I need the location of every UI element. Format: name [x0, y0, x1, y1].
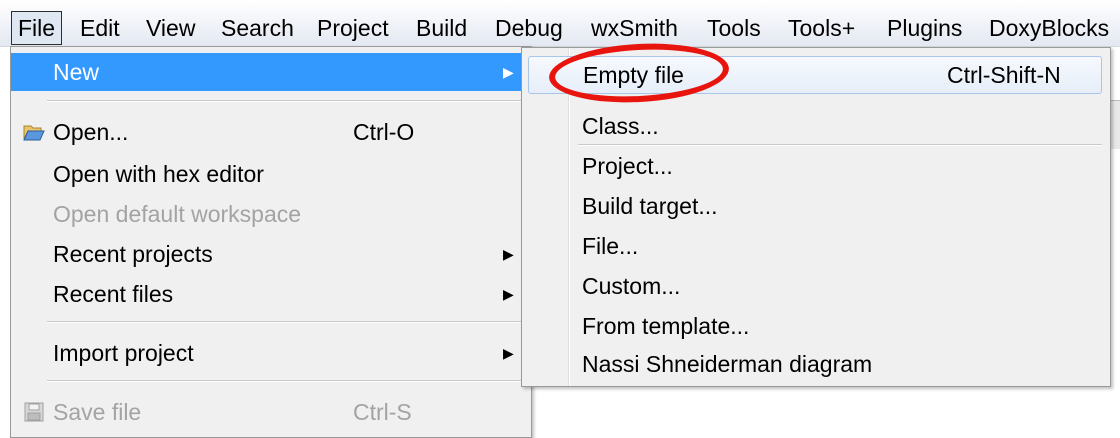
menu-item-new[interactable]: New ▶	[11, 53, 531, 91]
menu-file[interactable]: File	[11, 11, 63, 45]
submenu-arrow-icon: ▶	[503, 286, 514, 302]
menu-debug[interactable]: Debug	[495, 10, 563, 46]
menu-item-nassi-shneiderman[interactable]: Nassi Shneiderman diagram	[522, 344, 1110, 384]
menu-item-import-project-label: Import project	[53, 340, 194, 366]
menu-item-recent-projects[interactable]: Recent projects ▶	[11, 235, 531, 273]
menu-item-file-label: File...	[582, 233, 639, 259]
menu-item-recent-projects-label: Recent projects	[53, 241, 213, 267]
menu-item-open-default-workspace: Open default workspace	[11, 195, 531, 233]
save-disk-icon	[24, 402, 44, 422]
menu-item-recent-files-label: Recent files	[53, 281, 174, 307]
menu-item-save-file-label: Save file	[53, 399, 142, 425]
menu-separator	[47, 321, 523, 323]
menu-item-file[interactable]: File...	[522, 226, 1110, 266]
menu-wxsmith[interactable]: wxSmith	[591, 10, 678, 46]
menu-edit[interactable]: Edit	[80, 10, 120, 46]
open-folder-icon	[23, 125, 45, 141]
menu-item-open-workspace-label: Open default workspace	[53, 201, 302, 227]
menu-item-open-shortcut: Ctrl-O	[353, 119, 415, 145]
menu-item-custom-label: Custom...	[582, 273, 681, 299]
menu-item-save-file-shortcut: Ctrl-S	[353, 399, 412, 425]
submenu-arrow-icon: ▶	[503, 246, 514, 262]
menu-item-nassi-shneiderman-label: Nassi Shneiderman diagram	[582, 351, 873, 377]
menu-item-open-hex-label: Open with hex editor	[53, 161, 264, 187]
submenu-arrow-icon: ▶	[503, 64, 514, 80]
menu-item-import-project[interactable]: Import project ▶	[11, 334, 531, 372]
menu-doxyblocks[interactable]: DoxyBlocks	[989, 10, 1109, 46]
menu-item-open[interactable]: Open... Ctrl-O	[11, 113, 531, 151]
menu-item-save-file: Save file Ctrl-S	[11, 393, 531, 431]
menu-item-class[interactable]: Class...	[522, 106, 1110, 146]
menu-item-class-label: Class...	[582, 113, 659, 139]
menu-separator	[47, 100, 523, 102]
menu-item-new-label: New	[53, 59, 100, 85]
menu-view[interactable]: View	[146, 10, 195, 46]
menu-tools[interactable]: Tools	[707, 10, 761, 46]
menu-item-build-target[interactable]: Build target...	[522, 186, 1110, 226]
submenu-arrow-icon: ▶	[503, 345, 514, 361]
menu-item-open-hex[interactable]: Open with hex editor	[11, 155, 531, 193]
menu-item-empty-file-shortcut: Ctrl-Shift-N	[947, 62, 1061, 88]
menu-item-from-template[interactable]: From template...	[522, 306, 1110, 346]
menu-build[interactable]: Build	[416, 10, 467, 46]
menu-plugins[interactable]: Plugins	[887, 10, 962, 46]
menu-bar: File Edit View Search Project Build Debu…	[0, 0, 1120, 47]
menu-search[interactable]: Search	[221, 10, 294, 46]
menu-item-build-target-label: Build target...	[582, 193, 718, 219]
file-menu: New ▶ Open... Ctrl-O Open with hex edito…	[10, 46, 532, 438]
menu-separator	[47, 380, 523, 382]
menu-item-project-label: Project...	[582, 153, 673, 179]
menu-item-custom[interactable]: Custom...	[522, 266, 1110, 306]
menu-item-recent-files[interactable]: Recent files ▶	[11, 275, 531, 313]
menu-item-project[interactable]: Project...	[522, 146, 1110, 186]
menu-item-open-label: Open...	[53, 119, 129, 145]
menu-project[interactable]: Project	[317, 10, 389, 46]
menu-item-from-template-label: From template...	[582, 313, 750, 339]
menu-tools-plus[interactable]: Tools+	[788, 10, 855, 46]
